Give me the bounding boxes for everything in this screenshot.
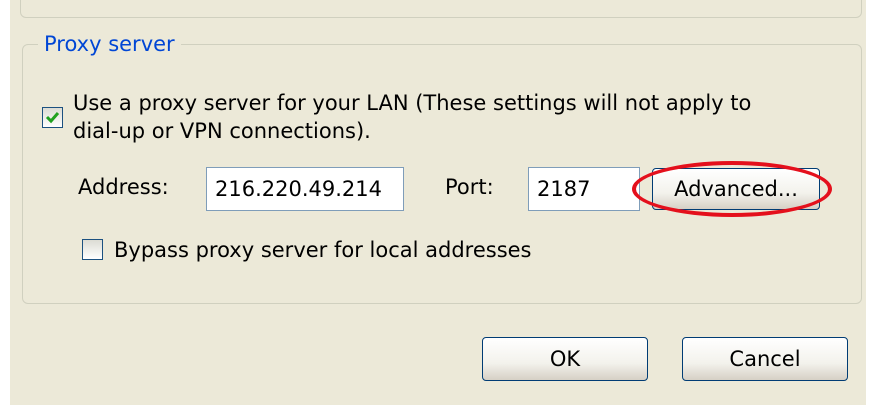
use-proxy-checkbox[interactable] (42, 107, 63, 128)
previous-group-box (20, 0, 862, 18)
ok-button[interactable]: OK (482, 337, 648, 381)
address-label: Address: (78, 175, 169, 199)
cancel-button[interactable]: Cancel (682, 337, 848, 381)
address-field[interactable] (206, 167, 404, 211)
port-field[interactable] (528, 167, 640, 211)
port-label: Port: (445, 175, 494, 199)
advanced-button[interactable]: Advanced... (652, 168, 820, 210)
bypass-local-label: Bypass proxy server for local addresses (114, 238, 532, 262)
use-proxy-label-line1: Use a proxy server for your LAN (These s… (73, 91, 752, 115)
checkmark-icon (45, 112, 60, 124)
bypass-local-checkbox[interactable] (82, 239, 103, 260)
use-proxy-label-line2: dial-up or VPN connections). (73, 119, 371, 143)
proxy-server-legend: Proxy server (38, 32, 181, 56)
